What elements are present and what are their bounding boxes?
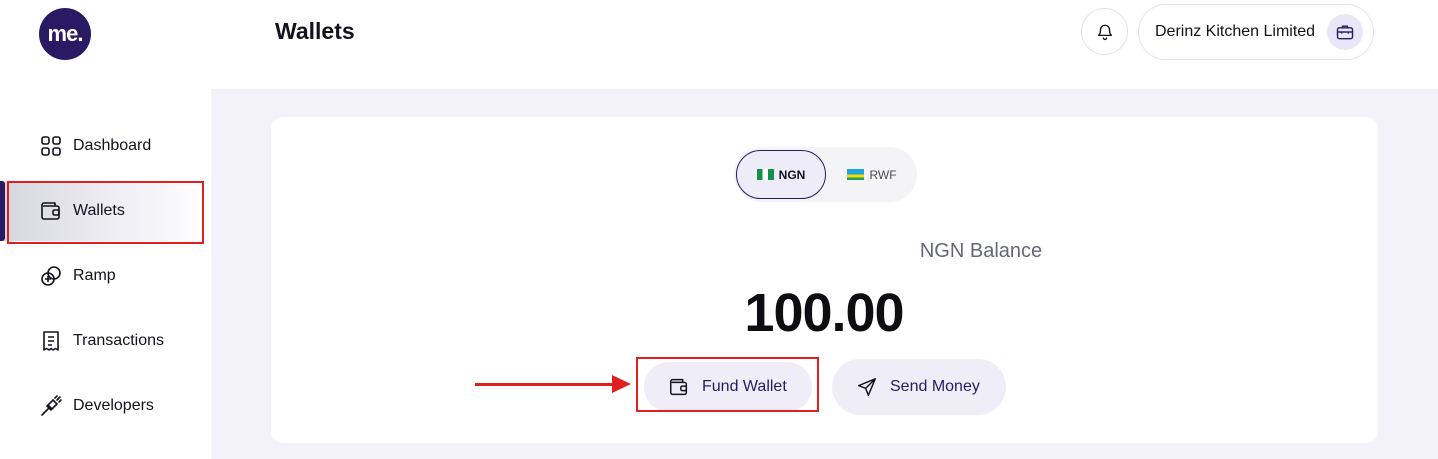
grid-icon (38, 133, 64, 159)
active-nav-indicator (0, 181, 5, 241)
sidebar-item-label: Ramp (73, 267, 116, 284)
notifications-button[interactable] (1081, 8, 1128, 55)
send-icon (858, 378, 876, 396)
tab-rwf[interactable]: RWF (834, 150, 910, 199)
company-name: Derinz Kitchen Limited (1155, 23, 1316, 40)
currency-code: RWF (869, 167, 897, 182)
sidebar-item-developers[interactable]: Developers (0, 376, 210, 436)
balance-label-row: NGN Balance (0, 240, 1438, 263)
annotation-highlight-box (636, 357, 819, 412)
page-title: Wallets (275, 18, 355, 44)
sidebar-item-label: Dashboard (73, 137, 152, 154)
receipt-icon (38, 328, 64, 354)
plug-icon (38, 393, 64, 419)
send-money-label: Send Money (890, 378, 980, 395)
sidebar-item-label: Transactions (73, 332, 164, 349)
sidebar-item-dashboard[interactable]: Dashboard (0, 116, 210, 176)
balance-amount: 100.00 (744, 283, 904, 343)
briefcase-icon (1327, 14, 1363, 50)
bell-icon (1097, 24, 1112, 40)
tab-ngn[interactable]: NGN (736, 150, 826, 199)
currency-switcher: NGN RWF (734, 147, 917, 202)
company-switcher[interactable]: Derinz Kitchen Limited (1138, 4, 1374, 60)
app-logo[interactable]: me. (39, 8, 91, 60)
annotation-arrow-head (612, 375, 631, 393)
sidebar-item-transactions[interactable]: Transactions (0, 311, 210, 371)
currency-code: NGN (778, 167, 806, 182)
coins-icon (38, 263, 64, 289)
sidebar-item-label: Developers (73, 397, 154, 414)
send-money-button[interactable]: Send Money (832, 359, 1006, 415)
nigeria-flag-icon (756, 169, 774, 180)
rwanda-flag-icon (847, 169, 865, 180)
balance-label: NGN Balance (919, 240, 1043, 262)
annotation-arrow (475, 383, 615, 386)
logo-text: me. (47, 21, 84, 46)
annotation-highlight-box (7, 181, 204, 244)
